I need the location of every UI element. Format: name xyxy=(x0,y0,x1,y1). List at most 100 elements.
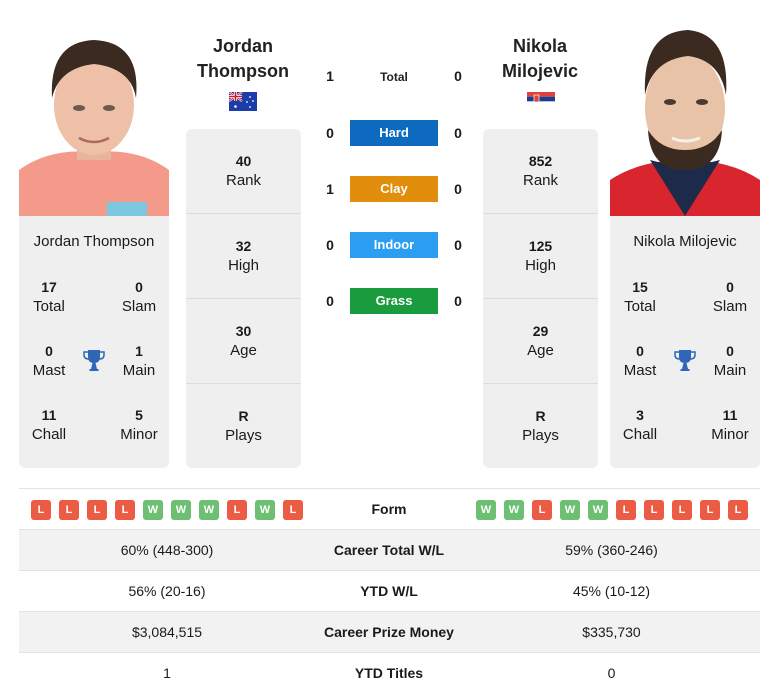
surface-hard-badge[interactable]: Hard xyxy=(350,120,438,146)
player1-name-heading[interactable]: Jordan Thompson xyxy=(173,34,313,84)
stat-value: R xyxy=(238,408,249,424)
player2-titles-total: 15 Total xyxy=(610,277,670,317)
stat-label: Age xyxy=(230,342,257,359)
player2-titles-main: 0 Main xyxy=(700,341,760,381)
h2h-right-count: 0 xyxy=(454,237,462,253)
comparison-table: L L L L W W W L W L Form W W L W W L L L… xyxy=(19,488,760,694)
stat-label: Rank xyxy=(225,172,262,189)
titles-label: Total xyxy=(624,298,656,315)
form-badge: W xyxy=(255,500,275,520)
titles-label: Total xyxy=(33,298,65,315)
player2-titles-chall: 3 Chall xyxy=(610,405,670,445)
stat-value: 30 xyxy=(235,323,252,339)
form-badge: W xyxy=(199,500,219,520)
player2-form: W W L W W L L L L L xyxy=(476,500,748,520)
stat-label: Plays xyxy=(225,427,262,444)
h2h-clay-row: 1 Clay 0 xyxy=(318,176,470,202)
player2-card-name[interactable]: Nikola Milojevic xyxy=(610,233,760,250)
ytd-wl-row: 56% (20-16) YTD W/L 45% (10-12) xyxy=(19,571,760,612)
form-row: L L L L W W W L W L Form W W L W W L L L… xyxy=(19,489,760,530)
stat-label: High xyxy=(228,257,259,274)
stat-label: Age xyxy=(527,342,554,359)
h2h-right-count: 0 xyxy=(454,125,462,141)
player1-value: $3,084,515 xyxy=(131,624,203,640)
player1-titles-main: 1 Main xyxy=(109,341,169,381)
player2-last-name: Milojevic xyxy=(501,61,579,81)
titles-label: Slam xyxy=(121,298,157,315)
player2-titles-minor: 11 Minor xyxy=(700,405,760,445)
titles-value: 3 xyxy=(636,407,644,423)
form-badge: W xyxy=(476,500,496,520)
player1-titles-mast: 0 Mast xyxy=(19,341,79,381)
stat-label: High xyxy=(525,257,556,274)
stat-value: 40 xyxy=(235,153,252,169)
row-label: YTD W/L xyxy=(360,583,418,599)
titles-value: 0 xyxy=(726,279,734,295)
row-label: Career Total W/L xyxy=(333,542,445,558)
player2-first-name: Nikola xyxy=(512,36,568,56)
player2-value: 59% (360-246) xyxy=(565,542,658,558)
player1-form: L L L L W W W L W L xyxy=(31,500,303,520)
player2-rank-stat: 852 Rank xyxy=(483,129,598,214)
form-label: Form xyxy=(371,501,407,517)
stat-value: 852 xyxy=(528,153,553,169)
row-label: Career Prize Money xyxy=(324,624,454,640)
player2-age-stat: 29 Age xyxy=(483,299,598,384)
titles-label: Minor xyxy=(120,426,158,443)
ytd-titles-row: 1 YTD Titles 0 xyxy=(19,653,760,694)
player1-titles-minor: 5 Minor xyxy=(109,405,169,445)
player1-high-stat: 32 High xyxy=(186,214,301,299)
form-badge: L xyxy=(227,500,247,520)
form-badge: W xyxy=(171,500,191,520)
titles-value: 15 xyxy=(632,279,648,295)
form-badge: L xyxy=(672,500,692,520)
player1-value: 1 xyxy=(163,665,171,681)
player1-titles-slam: 0 Slam xyxy=(109,277,169,317)
surface-grass-badge[interactable]: Grass xyxy=(350,288,438,314)
h2h-left-count: 0 xyxy=(326,293,334,309)
player1-value: 56% (20-16) xyxy=(128,583,206,599)
surface-clay-badge[interactable]: Clay xyxy=(350,176,438,202)
surface-indoor-badge[interactable]: Indoor xyxy=(350,232,438,258)
titles-value: 11 xyxy=(41,407,57,423)
player1-photo xyxy=(19,20,169,216)
australia-flag-icon xyxy=(229,92,257,111)
titles-value: 0 xyxy=(135,279,143,295)
form-badge: W xyxy=(560,500,580,520)
player2-titles-mast: 0 Mast xyxy=(610,341,670,381)
titles-value: 11 xyxy=(722,407,738,423)
h2h-indoor-row: 0 Indoor 0 xyxy=(318,232,470,258)
h2h-left-count: 1 xyxy=(326,68,334,84)
player2-name-heading[interactable]: Nikola Milojevic xyxy=(470,34,610,84)
h2h-right-count: 0 xyxy=(454,293,462,309)
player1-photo-image xyxy=(19,20,169,216)
h2h-hard-row: 0 Hard 0 xyxy=(318,120,470,146)
titles-value: 0 xyxy=(636,343,644,359)
player1-card-name[interactable]: Jordan Thompson xyxy=(19,233,169,250)
player2-plays-stat: R Plays xyxy=(483,384,598,469)
career-total-wl-row: 60% (448-300) Career Total W/L 59% (360-… xyxy=(19,530,760,571)
player2-stats-panel: 852 Rank 125 High 29 Age R Plays xyxy=(483,129,598,468)
form-badge: L xyxy=(59,500,79,520)
player1-titles-card: Jordan Thompson 17 Total 0 Slam 0 Mast 1… xyxy=(19,216,169,468)
stat-value: 29 xyxy=(532,323,549,339)
player2-photo-image xyxy=(610,20,760,216)
career-prize-money-row: $3,084,515 Career Prize Money $335,730 xyxy=(19,612,760,653)
titles-label: Main xyxy=(713,362,747,379)
form-badge: L xyxy=(283,500,303,520)
player2-titles-card: Nikola Milojevic 15 Total 0 Slam 0 Mast … xyxy=(610,216,760,468)
titles-value: 1 xyxy=(135,343,143,359)
player2-titles-slam: 0 Slam xyxy=(700,277,760,317)
titles-label: Mast xyxy=(623,362,657,379)
player1-first-name: Jordan xyxy=(212,36,273,56)
form-badge: W xyxy=(143,500,163,520)
titles-label: Slam xyxy=(712,298,748,315)
titles-label: Minor xyxy=(711,426,749,443)
form-badge: L xyxy=(728,500,748,520)
player2-photo xyxy=(610,20,760,216)
player1-titles-total: 17 Total xyxy=(19,277,79,317)
h2h-left-count: 1 xyxy=(326,181,334,197)
form-badge: L xyxy=(700,500,720,520)
player1-titles-chall: 11 Chall xyxy=(19,405,79,445)
titles-label: Chall xyxy=(622,426,658,443)
